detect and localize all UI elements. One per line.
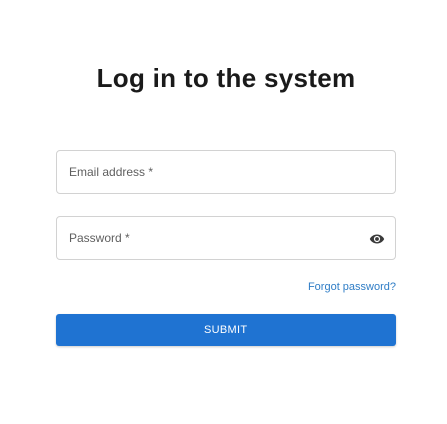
password-field[interactable] xyxy=(57,217,395,259)
submit-button[interactable]: SUBMIT xyxy=(56,314,396,346)
eye-icon[interactable] xyxy=(369,232,385,246)
email-field-container xyxy=(56,150,396,194)
email-field[interactable] xyxy=(57,151,395,193)
login-page: Log in to the system Forgot password? SU… xyxy=(0,0,447,424)
forgot-password-link[interactable]: Forgot password? xyxy=(308,280,396,294)
page-title: Log in to the system xyxy=(96,63,356,93)
password-field-container xyxy=(56,216,396,260)
